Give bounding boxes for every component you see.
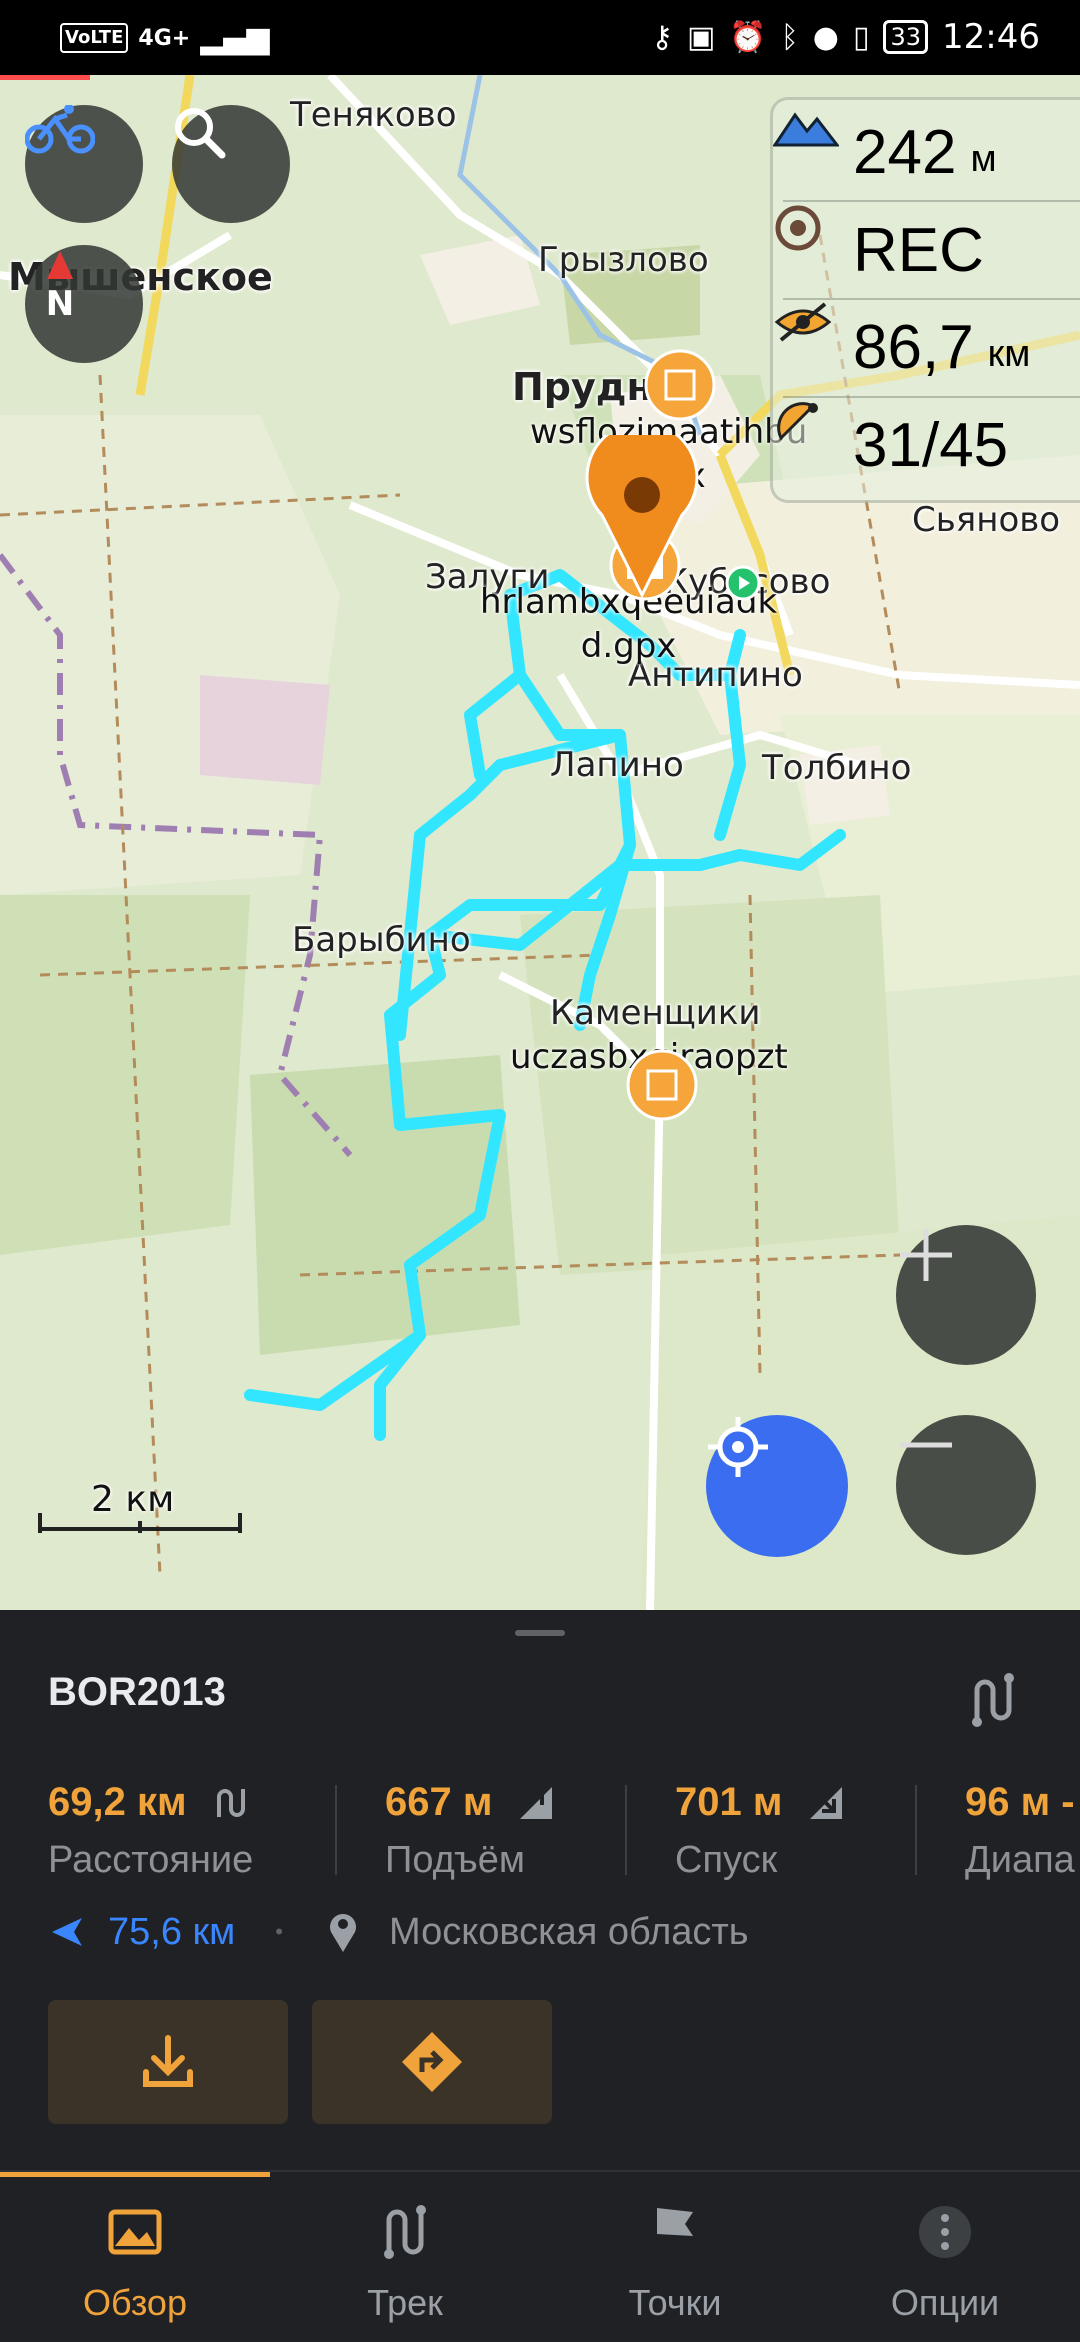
descent-stat-value: 701 м (675, 1780, 783, 1824)
altitude-widget[interactable]: 242 м (773, 105, 1080, 200)
volte-badge: VoLTE (60, 23, 129, 53)
overview-icon (108, 2209, 162, 2255)
altitude-value: 242 (853, 118, 957, 187)
tab-overview[interactable]: Обзор (0, 2202, 270, 2324)
download-icon (143, 2035, 193, 2087)
location-pin-icon (329, 1914, 356, 1952)
ascent-stat-value: 667 м (385, 1780, 493, 1824)
play-icon[interactable] (725, 565, 761, 601)
altitude-unit: м (970, 138, 997, 180)
minus-icon (900, 1442, 952, 1448)
descent-icon (810, 1786, 843, 1819)
bluetooth-icon: ᛒ (780, 19, 799, 55)
ascent-icon (520, 1786, 553, 1819)
search-button[interactable] (172, 105, 290, 223)
status-bar: VoLTE 4G+ ▂▄▆ ⚷ ▣ ⏰ ᛒ ● ▯ 33 12:46 (0, 0, 1080, 75)
place-label: Каменщики (550, 993, 761, 1033)
scale-ruler (38, 1513, 242, 1533)
range-stat-value: 96 м - (965, 1780, 1075, 1824)
stat-range: 96 м - Диапа (965, 1780, 1075, 1882)
search-icon (175, 108, 226, 159)
distance-value: 86,7 (853, 313, 974, 382)
record-icon (775, 205, 821, 251)
map-view[interactable]: Теняково Мышенское Грызлово Прудно Сьяно… (0, 75, 1080, 1610)
stat-descent: 701 м Спуск (675, 1780, 846, 1882)
track-icon (216, 1788, 245, 1817)
place-label: Теняково (290, 95, 457, 135)
compass-button[interactable]: N (25, 245, 143, 363)
more-icon (919, 2206, 971, 2258)
gpx-start-icon[interactable] (622, 1045, 702, 1125)
key-icon: ⚷ (651, 19, 674, 55)
navigate-button[interactable] (312, 2000, 552, 2124)
place-label: Барыбино (292, 920, 471, 960)
rec-label: REC (853, 216, 984, 285)
signal-icon: ▂▄▆ (200, 20, 270, 56)
tab-points[interactable]: Точки (540, 2202, 810, 2324)
tab-track[interactable]: Трек (270, 2202, 540, 2324)
battery-indicator: 33 (883, 20, 929, 54)
distance-stat-value: 69,2 км (48, 1780, 187, 1824)
region-label: Московская область (388, 1910, 749, 1953)
metrics-panel: 242 м REC 86,7 км 31/45 (770, 97, 1080, 503)
nfc-icon: ▣ (687, 19, 716, 55)
sheet-handle[interactable] (515, 1630, 565, 1636)
track-icon[interactable] (965, 1670, 1025, 1730)
gpx-start-icon[interactable] (640, 345, 720, 425)
track-meta-row: 75,6 км • Московская область (48, 1910, 749, 1954)
place-label: Грызлово (538, 240, 709, 280)
clock: 12:46 (942, 17, 1040, 57)
satellite-icon (777, 402, 818, 441)
mountain-icon (773, 112, 839, 147)
bicycle-icon (25, 105, 95, 154)
track-title: BOR2013 (48, 1670, 226, 1714)
directions-icon (402, 2032, 462, 2092)
range-stat-label: Диапа (965, 1839, 1075, 1881)
meta-separator: • (275, 1919, 283, 1944)
scale-bar: 2 км (36, 1479, 246, 1535)
stat-distance: 69,2 км Расстояние (48, 1780, 253, 1882)
nav-active-indicator (0, 2172, 270, 2177)
vibrate-icon: ▯ (852, 19, 870, 55)
status-left: VoLTE 4G+ ▂▄▆ (60, 18, 269, 58)
tab-label: Обзор (83, 2282, 187, 2323)
network-badge: 4G+ (138, 25, 191, 51)
crosshair-icon (708, 1417, 768, 1477)
descent-stat-label: Спуск (675, 1839, 778, 1881)
bottom-navigation: Обзор Трек Точки Опции (0, 2170, 1080, 2342)
distance-unit: км (987, 333, 1031, 375)
compass-icon: N (46, 251, 74, 324)
alarm-icon: ⏰ (729, 19, 767, 55)
track-icon (384, 2205, 426, 2259)
tab-label: Трек (367, 2282, 443, 2323)
zoom-out-button[interactable] (896, 1415, 1036, 1555)
gps-widget[interactable]: 31/45 (773, 398, 1080, 493)
plus-icon (900, 1229, 952, 1281)
distance-widget[interactable]: 86,7 км (773, 300, 1080, 395)
satellites-value: 31/45 (853, 411, 1009, 480)
zoom-in-button[interactable] (896, 1225, 1036, 1365)
location-icon: ● (812, 19, 839, 55)
my-location-button[interactable] (706, 1415, 848, 1557)
place-label: Сьяново (912, 500, 1061, 540)
svg-text:N: N (46, 284, 74, 324)
status-right: ⚷ ▣ ⏰ ᛒ ● ▯ 33 12:46 (651, 12, 1040, 62)
stat-ascent: 667 м Подъём (385, 1780, 556, 1882)
recording-widget[interactable]: REC (773, 203, 1080, 298)
tab-label: Точки (628, 2282, 722, 2323)
place-label: Толбино (762, 748, 912, 788)
direction-distance: 75,6 км (108, 1910, 236, 1953)
hidden-eye-icon (774, 302, 832, 342)
tab-label: Опции (890, 2282, 1000, 2323)
location-pin-icon[interactable] (582, 435, 702, 605)
flag-icon (657, 2208, 693, 2258)
track-info-sheet: BOR2013 69,2 км Расстояние 667 м Подъём … (0, 1610, 1080, 2170)
tab-options[interactable]: Опции (810, 2202, 1080, 2324)
profile-button[interactable] (25, 105, 143, 223)
ascent-stat-label: Подъём (385, 1839, 525, 1881)
direction-arrow-icon (52, 1918, 82, 1946)
place-label: Лапино (550, 745, 684, 785)
download-button[interactable] (48, 2000, 288, 2124)
distance-stat-label: Расстояние (48, 1839, 254, 1881)
